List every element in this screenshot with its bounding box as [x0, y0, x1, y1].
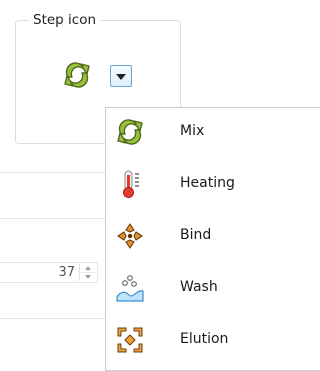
menu-item-wash[interactable]: Wash [106, 264, 320, 314]
menu-item-heating[interactable]: Heating [106, 160, 320, 210]
divider [0, 318, 105, 319]
chevron-down-icon [116, 74, 126, 80]
menu-item-label: Mix [180, 123, 205, 139]
heating-icon [115, 169, 145, 199]
mix-icon [62, 60, 92, 90]
numeric-stepper[interactable]: 37 [0, 262, 98, 283]
menu-item-label: Bind [180, 227, 212, 243]
menu-item-elution[interactable]: Elution [106, 316, 320, 366]
wash-icon [115, 273, 145, 303]
menu-item-bind[interactable]: Bind [106, 212, 320, 262]
menu-item-mix[interactable]: Mix [106, 108, 320, 158]
stepper-down-button[interactable] [80, 273, 96, 281]
elution-icon [115, 325, 145, 355]
step-icon-dropdown-menu: Mix Heating Bind Wash Elution [105, 107, 320, 371]
menu-item-label: Heating [180, 175, 235, 191]
bind-icon [115, 221, 145, 251]
menu-item-label: Elution [180, 331, 229, 347]
stepper-up-button[interactable] [80, 264, 96, 273]
arrow-up-icon [85, 266, 91, 270]
stepper-value[interactable]: 37 [58, 265, 75, 280]
divider [0, 218, 105, 219]
stepper-buttons [79, 264, 96, 281]
step-icon-group-label: Step icon [29, 12, 101, 28]
arrow-down-icon [85, 275, 91, 279]
step-icon-dropdown-button[interactable] [110, 65, 132, 87]
mix-icon [115, 117, 145, 147]
menu-item-label: Wash [180, 279, 218, 295]
divider [0, 172, 105, 173]
